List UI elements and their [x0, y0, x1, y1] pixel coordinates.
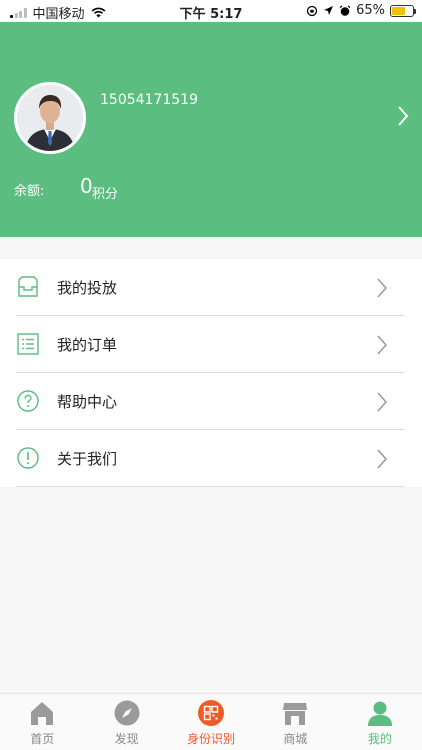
- question-icon: [17, 390, 39, 412]
- chevron-right-icon: [377, 449, 388, 469]
- menu-item-label: 我的订单: [57, 336, 118, 354]
- menu-item-help-center[interactable]: 帮助中心: [0, 373, 422, 430]
- balance-value: 0: [80, 174, 93, 198]
- avatar-image: [17, 85, 83, 151]
- tab-home[interactable]: 首页: [0, 694, 84, 750]
- orientation-lock-icon: [306, 5, 318, 16]
- status-bar: 中国移动 下午 5:17 65%: [0, 0, 422, 22]
- phone-number: 15054171519: [100, 92, 198, 108]
- tab-discover[interactable]: 发现: [84, 694, 168, 750]
- tab-store[interactable]: 商城: [253, 694, 337, 750]
- list-icon: [17, 333, 39, 355]
- tab-mine[interactable]: 我的: [338, 694, 422, 750]
- store-icon: [283, 703, 308, 725]
- tray-icon: [18, 276, 38, 297]
- battery-icon: [390, 4, 416, 17]
- chevron-right-icon: [377, 392, 388, 412]
- tab-label: 首页: [30, 732, 55, 746]
- tab-label: 身份识别: [187, 732, 236, 746]
- menu-item-label: 我的投放: [57, 279, 118, 297]
- menu-item-my-placements[interactable]: 我的投放: [0, 259, 422, 316]
- tab-label: 发现: [114, 732, 139, 746]
- balance-unit: 积分: [92, 187, 119, 202]
- chevron-right-icon[interactable]: [396, 105, 410, 127]
- compass-icon: [114, 700, 140, 726]
- info-icon: [17, 447, 39, 469]
- home-icon: [31, 702, 54, 725]
- location-icon: [324, 6, 334, 15]
- menu-list: 我的投放 我的订单 帮助中心 关于我们: [0, 259, 422, 487]
- battery-percent: 65%: [356, 3, 385, 18]
- alarm-icon: [339, 4, 351, 16]
- tab-label: 商城: [283, 732, 308, 746]
- chevron-right-icon: [377, 278, 388, 298]
- chevron-right-icon: [377, 335, 388, 355]
- menu-item-about-us[interactable]: 关于我们: [0, 430, 422, 487]
- profile-header[interactable]: 15054171519 余额: 0 积分: [0, 22, 422, 237]
- menu-item-my-orders[interactable]: 我的订单: [0, 316, 422, 373]
- menu-item-label: 帮助中心: [57, 393, 118, 411]
- qr-scan-icon: [198, 700, 225, 726]
- tab-bar: 首页 发现 身份识别 商城 我的: [0, 693, 422, 750]
- balance-label: 余额:: [14, 184, 45, 199]
- status-right: 65%: [306, 3, 416, 18]
- battery-fill: [392, 6, 405, 15]
- tab-identity-recognition[interactable]: 身份识别: [169, 694, 253, 750]
- person-icon: [367, 701, 392, 726]
- menu-item-label: 关于我们: [57, 450, 118, 468]
- tab-label: 我的: [367, 732, 392, 746]
- divider: [16, 486, 405, 487]
- avatar[interactable]: [14, 82, 86, 154]
